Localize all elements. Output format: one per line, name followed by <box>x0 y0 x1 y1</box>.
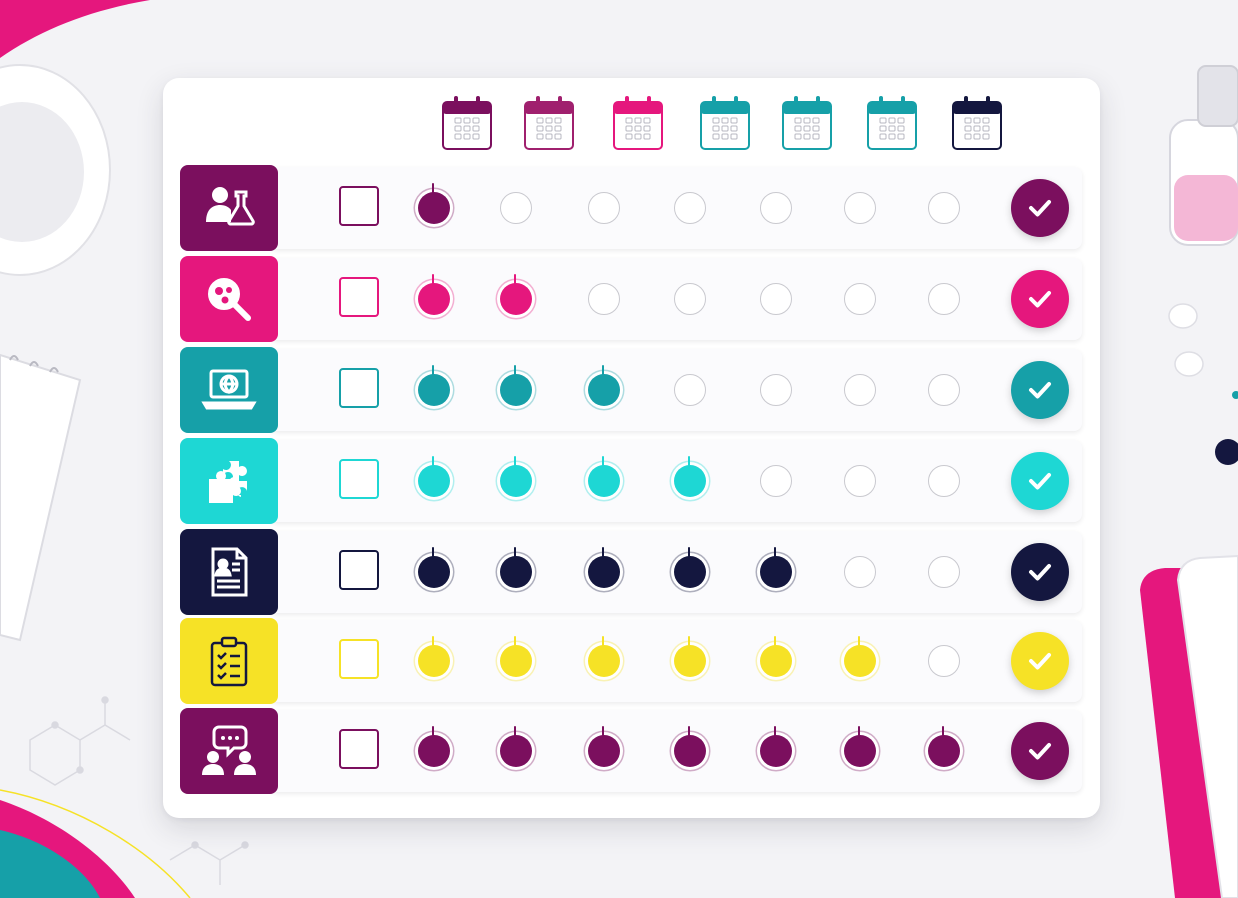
tracker-row <box>180 347 1082 433</box>
progress-dot-empty[interactable] <box>928 283 960 315</box>
progress-dot-filled[interactable] <box>928 726 960 767</box>
row-checkbox[interactable] <box>339 459 379 499</box>
checkmark-icon <box>1029 200 1051 217</box>
checkmark-icon <box>1029 743 1051 760</box>
progress-dot-empty[interactable] <box>928 465 960 497</box>
complete-check-button[interactable] <box>1011 722 1069 780</box>
complete-check-button[interactable] <box>1011 543 1069 601</box>
checkmark-icon <box>1029 291 1051 308</box>
progress-dot-filled[interactable] <box>418 365 450 406</box>
progress-dot-filled[interactable] <box>418 726 450 767</box>
progress-dot-empty[interactable] <box>588 192 620 224</box>
researcher-flask-icon <box>180 165 278 251</box>
progress-dot-empty[interactable] <box>588 283 620 315</box>
checkmark-icon <box>1029 564 1051 581</box>
complete-check-button[interactable] <box>1011 270 1069 328</box>
progress-dot-empty[interactable] <box>674 283 706 315</box>
checkmark-icon <box>1029 382 1051 399</box>
calendar-icon <box>781 94 833 152</box>
progress-dot-filled[interactable] <box>674 636 706 677</box>
calendar-icon <box>866 94 918 152</box>
checkmark-icon <box>1029 473 1051 490</box>
complete-check-button[interactable] <box>1011 632 1069 690</box>
progress-dot-filled[interactable] <box>500 456 532 497</box>
progress-dot-filled[interactable] <box>588 456 620 497</box>
progress-dot-filled[interactable] <box>844 636 876 677</box>
progress-dot-filled[interactable] <box>674 547 706 588</box>
progress-dot-empty[interactable] <box>760 374 792 406</box>
progress-dot-empty[interactable] <box>844 283 876 315</box>
vial <box>1169 65 1238 246</box>
calendar-icon <box>441 94 493 152</box>
pink-folder <box>1140 554 1238 898</box>
progress-dot-empty[interactable] <box>674 192 706 224</box>
checkmark-icon <box>1029 653 1051 670</box>
notepad <box>0 353 82 642</box>
laptop-globe-icon <box>180 347 278 433</box>
row-checkbox[interactable] <box>339 639 379 679</box>
progress-dot-empty[interactable] <box>928 192 960 224</box>
progress-dot-filled[interactable] <box>500 365 532 406</box>
progress-dot-filled[interactable] <box>500 726 532 767</box>
tracker-row <box>180 438 1082 524</box>
tracker-row <box>180 618 1082 704</box>
progress-dot-filled[interactable] <box>418 456 450 497</box>
progress-dot-filled[interactable] <box>418 636 450 677</box>
progress-dot-empty[interactable] <box>928 556 960 588</box>
progress-dot-filled[interactable] <box>588 636 620 677</box>
progress-dot-filled[interactable] <box>760 547 792 588</box>
progress-dot-empty[interactable] <box>760 192 792 224</box>
progress-dot-filled[interactable] <box>844 726 876 767</box>
progress-dot-empty[interactable] <box>844 192 876 224</box>
progress-dot-filled[interactable] <box>588 365 620 406</box>
tracker-row <box>180 165 1082 251</box>
mortar-bowl <box>0 64 111 276</box>
progress-dot-empty[interactable] <box>500 192 532 224</box>
team-chat-icon <box>180 708 278 794</box>
progress-dot-filled[interactable] <box>500 274 532 315</box>
magnifier-cells-icon <box>180 256 278 342</box>
tracker-row <box>180 529 1082 615</box>
profile-document-icon <box>180 529 278 615</box>
progress-dot-filled[interactable] <box>588 726 620 767</box>
progress-dot-empty[interactable] <box>844 465 876 497</box>
tracker-row <box>180 256 1082 342</box>
progress-dot-empty[interactable] <box>760 283 792 315</box>
progress-dot-filled[interactable] <box>418 274 450 315</box>
progress-dot-empty[interactable] <box>674 374 706 406</box>
corner-swoosh-bottom <box>0 789 191 898</box>
row-checkbox[interactable] <box>339 550 379 590</box>
corner-swoosh-top <box>0 0 150 58</box>
progress-dot-filled[interactable] <box>418 183 450 224</box>
puzzle-icon <box>180 438 278 524</box>
progress-dot-filled[interactable] <box>760 636 792 677</box>
progress-dot-filled[interactable] <box>674 726 706 767</box>
progress-dot-empty[interactable] <box>928 374 960 406</box>
complete-check-button[interactable] <box>1011 179 1069 237</box>
progress-dot-filled[interactable] <box>418 547 450 588</box>
row-checkbox[interactable] <box>339 277 379 317</box>
pills <box>1168 303 1238 465</box>
progress-dot-empty[interactable] <box>844 556 876 588</box>
progress-dot-filled[interactable] <box>674 456 706 497</box>
row-checkbox[interactable] <box>339 368 379 408</box>
calendar-icon <box>612 94 664 152</box>
complete-check-button[interactable] <box>1011 361 1069 419</box>
calendar-icon <box>951 94 1003 152</box>
progress-dot-filled[interactable] <box>500 636 532 677</box>
progress-dot-empty[interactable] <box>760 465 792 497</box>
complete-check-button[interactable] <box>1011 452 1069 510</box>
progress-dot-empty[interactable] <box>844 374 876 406</box>
calendar-icon <box>699 94 751 152</box>
progress-dot-filled[interactable] <box>500 547 532 588</box>
row-checkbox[interactable] <box>339 186 379 226</box>
progress-dot-empty[interactable] <box>928 645 960 677</box>
progress-dot-filled[interactable] <box>760 726 792 767</box>
tracker-row <box>180 708 1082 794</box>
calendar-icon <box>523 94 575 152</box>
clipboard-checklist-icon <box>180 618 278 704</box>
progress-dot-filled[interactable] <box>588 547 620 588</box>
row-checkbox[interactable] <box>339 729 379 769</box>
